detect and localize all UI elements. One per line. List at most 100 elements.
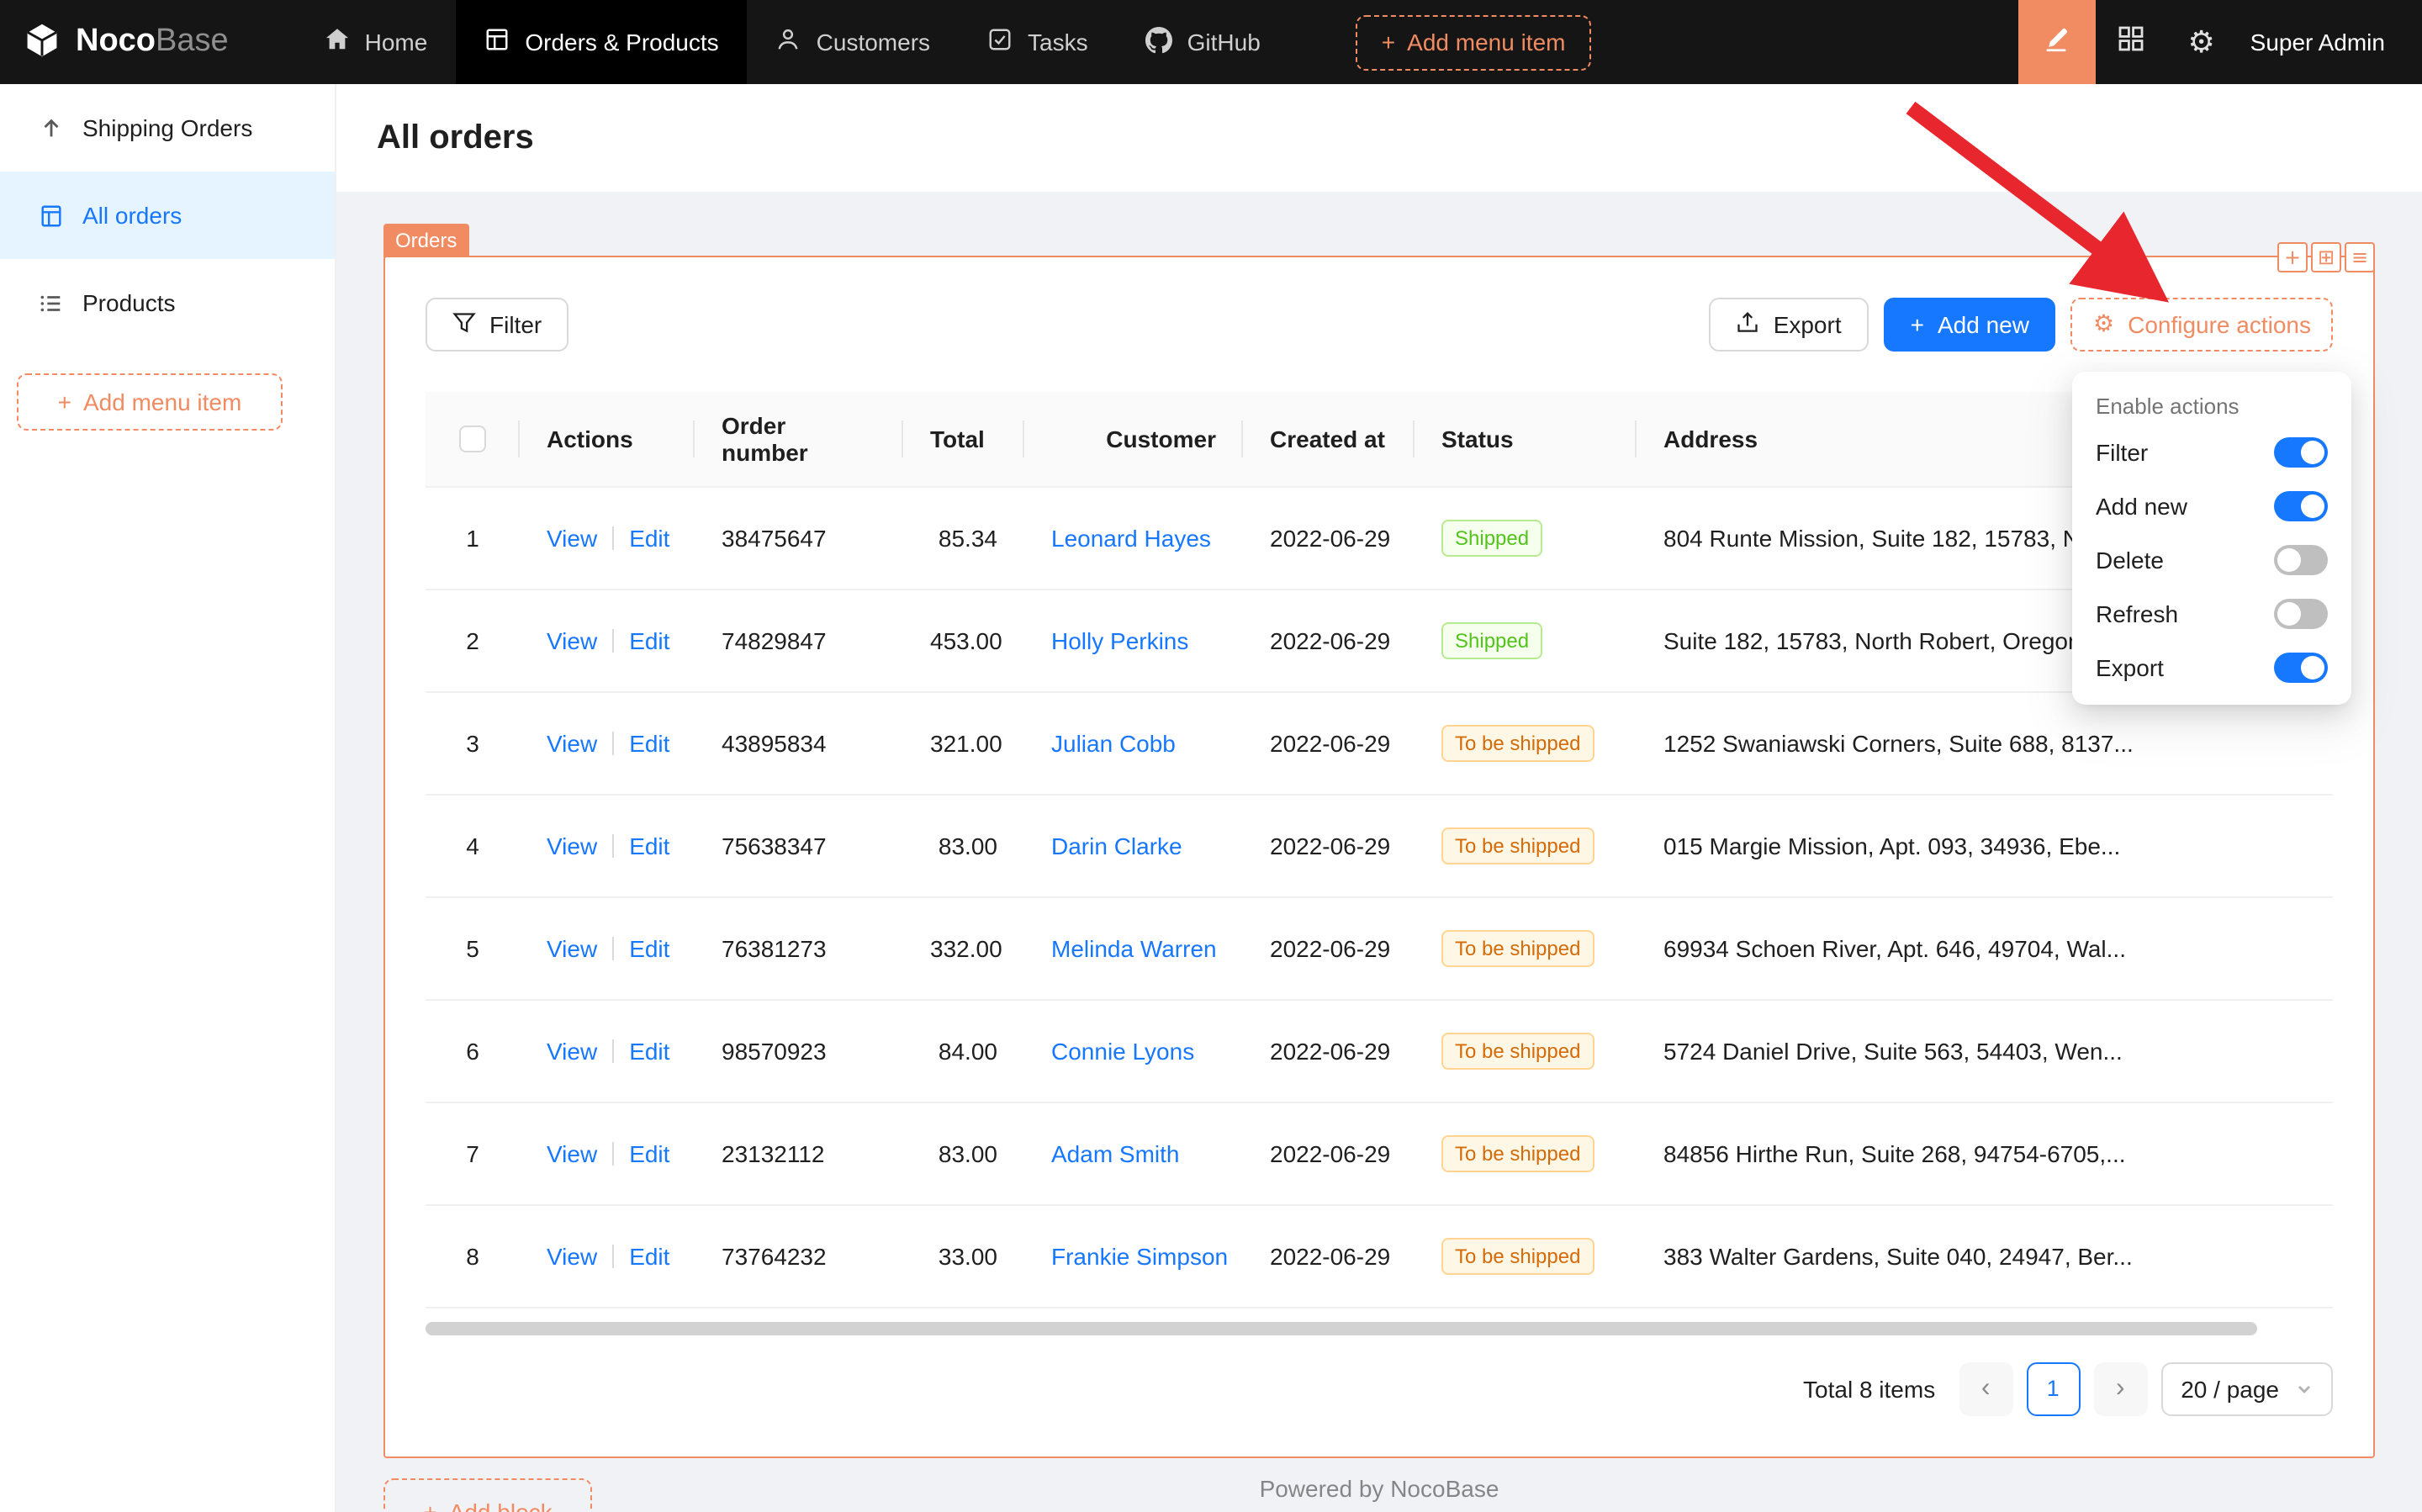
configure-actions-button[interactable]: ⚙ Configure actions [2071,298,2333,352]
total-cell: 332.00 [903,896,1024,999]
action-divider [612,833,614,857]
main-menu: Home Orders & Products Customers Tasks G… [296,0,1591,84]
row-actions: View Edit [520,896,695,999]
view-link[interactable]: View [547,1037,597,1064]
current-page-button[interactable]: 1 [2026,1361,2080,1415]
view-link[interactable]: View [547,832,597,859]
scrollbar-thumb[interactable] [426,1321,2256,1335]
customer-link[interactable]: Darin Clarke [1051,832,1182,859]
sidebar-item-products[interactable]: Products [0,259,335,346]
view-link[interactable]: View [547,1242,597,1269]
nav-add-menu-item-button[interactable]: + Add menu item [1356,14,1591,70]
add-block-icon[interactable]: ⊞ [2311,242,2341,272]
edit-link[interactable]: Edit [629,1139,669,1166]
customer-link[interactable]: Adam Smith [1051,1139,1180,1166]
sidebar-item-all-orders[interactable]: All orders [0,172,335,259]
enable-actions-menu-item[interactable]: Refresh [2079,587,2345,641]
action-divider [612,936,614,960]
view-link[interactable]: View [547,934,597,961]
edit-link[interactable]: Edit [629,626,669,653]
user-menu[interactable]: Super Admin [2237,29,2422,56]
select-all-header [426,392,520,486]
menu-item-label: Add new [2096,493,2187,520]
next-page-button[interactable]: › [2093,1361,2147,1415]
status-cell: To be shipped [1415,794,1637,896]
customer-cell: Melinda Warren [1024,896,1243,999]
toggle-switch[interactable] [2274,437,2328,468]
status-badge: To be shipped [1441,1032,1594,1069]
filter-button[interactable]: Filter [426,298,568,352]
customer-link[interactable]: Julian Cobb [1051,729,1176,756]
enable-actions-menu-item[interactable]: Export [2079,641,2345,695]
ui-editor-button[interactable] [2018,0,2096,84]
prev-page-button[interactable]: ‹ [1959,1361,2012,1415]
orders-table-icon [37,203,64,228]
customer-link[interactable]: Connie Lyons [1051,1037,1194,1064]
table-header: ActionsOrder numberTotalCustomerCreated … [426,392,2333,486]
column-header: Status [1415,392,1637,486]
select-all-checkbox[interactable] [459,426,486,453]
customer-link[interactable]: Holly Perkins [1051,626,1188,653]
row-index: 2 [426,589,520,691]
export-icon [1737,310,1760,339]
export-button[interactable]: Export [1710,298,1869,352]
sidebar-item-shipping-orders[interactable]: Shipping Orders [0,84,335,172]
order-number-cell: 76381273 [695,896,903,999]
edit-link[interactable]: Edit [629,934,669,961]
view-link[interactable]: View [547,626,597,653]
row-index: 7 [426,1102,520,1204]
nav-item-label: Tasks [1028,29,1088,56]
tasks-icon [987,27,1013,57]
page-size-select[interactable]: 20 / page [2160,1361,2333,1415]
list-icon [37,290,64,315]
customer-link[interactable]: Leonard Hayes [1051,524,1211,551]
enable-actions-menu-item[interactable]: Filter [2079,426,2345,479]
view-link[interactable]: View [547,524,597,551]
order-number-cell: 43895834 [695,691,903,794]
sidebar-add-menu-item-button[interactable]: + Add menu item [17,373,283,431]
block-menu-icon[interactable]: ≡ [2345,242,2375,272]
nav-item-orders-products[interactable]: Orders & Products [456,0,747,84]
order-number-cell: 23132112 [695,1102,903,1204]
brand-text: NocoBase [76,24,229,61]
order-number-cell: 75638347 [695,794,903,896]
created-at-cell: 2022-06-29 [1243,691,1415,794]
order-number-cell: 38475647 [695,486,903,589]
toggle-switch[interactable] [2274,545,2328,575]
edit-link[interactable]: Edit [629,729,669,756]
nav-item-github[interactable]: GitHub [1117,0,1289,84]
nav-item-customers[interactable]: Customers [748,0,959,84]
plugin-manager-button[interactable] [2096,0,2166,84]
edit-link[interactable]: Edit [629,832,669,859]
address-cell: 84856 Hirthe Run, Suite 268, 94754-6705,… [1637,1102,2333,1204]
row-index: 4 [426,794,520,896]
add-new-button[interactable]: + Add new [1884,298,2056,352]
nocobase-logo[interactable]: NocoBase [0,0,296,84]
view-link[interactable]: View [547,729,597,756]
edit-link[interactable]: Edit [629,524,669,551]
customer-link[interactable]: Frankie Simpson [1051,1242,1228,1269]
edit-link[interactable]: Edit [629,1037,669,1064]
edit-link[interactable]: Edit [629,1242,669,1269]
enable-actions-menu-item[interactable]: Delete [2079,533,2345,587]
status-cell: Shipped [1415,589,1637,691]
toggle-switch[interactable] [2274,653,2328,683]
nav-item-home[interactable]: Home [296,0,457,84]
orders-products-icon [484,27,510,57]
row-actions: View Edit [520,486,695,589]
status-badge: To be shipped [1441,724,1594,761]
customer-cell: Connie Lyons [1024,999,1243,1102]
customer-link[interactable]: Melinda Warren [1051,934,1217,961]
address-cell: 1252 Swaniawski Corners, Suite 688, 8137… [1637,691,2333,794]
settings-button[interactable]: ⚙ [2166,0,2237,84]
toggle-switch[interactable] [2274,491,2328,521]
nav-item-tasks[interactable]: Tasks [959,0,1117,84]
view-link[interactable]: View [547,1139,597,1166]
settings-gear-icon: ⚙ [2188,24,2215,60]
row-index: 6 [426,999,520,1102]
enable-actions-menu-item[interactable]: Add new [2079,479,2345,533]
action-divider [612,731,614,754]
add-icon[interactable]: + [2277,242,2308,272]
toggle-switch[interactable] [2274,599,2328,629]
switch-knob [2301,441,2324,464]
